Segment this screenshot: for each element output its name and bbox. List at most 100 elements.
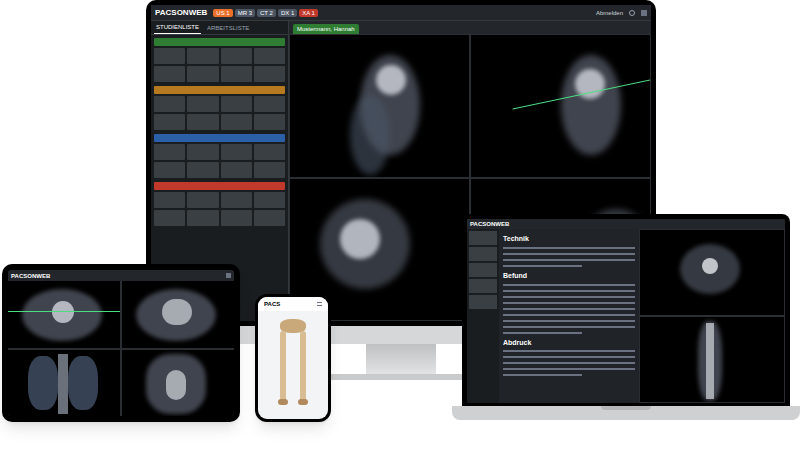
mri-image[interactable]: [640, 317, 784, 402]
series-thumbnail[interactable]: [221, 96, 252, 112]
sidebar-tab[interactable]: ARBEITSLISTE: [205, 22, 251, 34]
series-thumbnail[interactable]: [254, 162, 285, 178]
series-thumbnail[interactable]: [154, 114, 185, 130]
series-thumbnail[interactable]: [254, 144, 285, 160]
thumbnail-grid: [154, 144, 285, 178]
series-thumbnail[interactable]: [221, 66, 252, 82]
report-editor[interactable]: Technik Befund Abdruck: [499, 229, 639, 403]
series-thumbnail[interactable]: [187, 144, 218, 160]
top-bar: PACSONWEB US 1MR 3CT 2DX 1XA 1 Abmelden: [151, 5, 651, 21]
modality-chip[interactable]: XA 1: [299, 9, 318, 17]
ct-image[interactable]: [8, 281, 120, 348]
report-text-line: [503, 302, 635, 304]
report-text-line: [503, 350, 635, 352]
logout-link[interactable]: Abmelden: [596, 10, 623, 16]
logo: PACSONWEB: [470, 221, 509, 227]
study-group-header[interactable]: [154, 134, 285, 142]
modality-chip[interactable]: US 1: [213, 9, 232, 17]
report-text-line: [503, 247, 635, 249]
report-text-line: [503, 374, 582, 376]
mri-image[interactable]: [471, 35, 650, 177]
monitor-stand: [366, 344, 436, 374]
series-thumbnail[interactable]: [187, 192, 218, 208]
series-thumbnail[interactable]: [154, 162, 185, 178]
ct-image[interactable]: [122, 350, 234, 417]
series-thumbnail[interactable]: [154, 96, 185, 112]
series-thumbnail[interactable]: [187, 48, 218, 64]
modality-chip[interactable]: MR 3: [235, 9, 255, 17]
monitor-base: [326, 374, 476, 380]
series-thumbnail[interactable]: [187, 114, 218, 130]
menu-icon[interactable]: [226, 273, 231, 278]
mri-image[interactable]: [640, 230, 784, 315]
image-grid: [8, 281, 234, 416]
series-thumbnail[interactable]: [254, 96, 285, 112]
menu-icon[interactable]: [317, 302, 322, 306]
study-group-header[interactable]: [154, 86, 285, 94]
study-group[interactable]: [154, 86, 285, 130]
sidebar-tab[interactable]: STUDIENLISTE: [154, 21, 201, 34]
series-thumbnail[interactable]: [154, 144, 185, 160]
thumbnail-grid: [154, 192, 285, 226]
settings-icon[interactable]: [629, 10, 635, 16]
thumbnail-grid: [154, 96, 285, 130]
report-heading: Technik: [503, 235, 635, 244]
study-group-header[interactable]: [154, 182, 285, 190]
series-thumbnail[interactable]: [187, 210, 218, 226]
mri-image[interactable]: [290, 35, 469, 177]
report-heading: Befund: [503, 272, 635, 281]
ct-image[interactable]: [8, 350, 120, 417]
series-thumbnail[interactable]: [221, 48, 252, 64]
patient-tab[interactable]: Mustermann, Hannah: [293, 24, 359, 34]
ct-image[interactable]: [122, 281, 234, 348]
series-thumbnail[interactable]: [187, 96, 218, 112]
bone-render[interactable]: [258, 311, 328, 419]
modality-chip[interactable]: DX 1: [278, 9, 297, 17]
study-group[interactable]: [154, 134, 285, 178]
series-thumbnail[interactable]: [154, 66, 185, 82]
series-thumbnail[interactable]: [154, 192, 185, 208]
tool-icon[interactable]: [641, 10, 647, 16]
report-text-line: [503, 314, 635, 316]
series-thumbnail[interactable]: [254, 114, 285, 130]
series-thumbnail[interactable]: [221, 192, 252, 208]
report-heading: Abdruck: [503, 339, 635, 348]
series-thumbnail[interactable]: [187, 162, 218, 178]
report-text-line: [503, 332, 582, 334]
report-text-line: [503, 296, 635, 298]
modality-chips: US 1MR 3CT 2DX 1XA 1: [213, 9, 318, 17]
study-group-header[interactable]: [154, 38, 285, 46]
report-text-line: [503, 284, 635, 286]
series-thumbnail[interactable]: [254, 66, 285, 82]
series-thumbnail[interactable]: [187, 66, 218, 82]
logo: PACSONWEB: [11, 273, 50, 279]
report-text-line: [503, 368, 635, 370]
series-thumbnail[interactable]: [254, 48, 285, 64]
series-thumbnail[interactable]: [254, 192, 285, 208]
sidebar-tabs: STUDIENLISTE ARBEITSLISTE: [151, 21, 288, 35]
thumbnail-column: [467, 229, 499, 403]
series-thumbnail[interactable]: [221, 162, 252, 178]
report-text-line: [503, 362, 635, 364]
study-group[interactable]: [154, 182, 285, 226]
report-text-line: [503, 320, 635, 322]
report-text-line: [503, 290, 635, 292]
logo: PACS: [264, 301, 280, 307]
thumbnail-grid: [154, 48, 285, 82]
logo: PACSONWEB: [155, 9, 207, 17]
series-thumbnail[interactable]: [221, 114, 252, 130]
series-thumbnail[interactable]: [154, 48, 185, 64]
report-text-line: [503, 259, 635, 261]
modality-chip[interactable]: CT 2: [257, 9, 276, 17]
series-thumbnail[interactable]: [154, 210, 185, 226]
tablet: PACSONWEB: [2, 264, 240, 422]
laptop-base: [452, 406, 800, 420]
report-text-line: [503, 356, 635, 358]
report-text-line: [503, 308, 635, 310]
report-text-line: [503, 265, 582, 267]
study-group[interactable]: [154, 38, 285, 82]
series-thumbnail[interactable]: [221, 144, 252, 160]
series-thumbnail[interactable]: [221, 210, 252, 226]
phone: PACS: [255, 294, 331, 422]
series-thumbnail[interactable]: [254, 210, 285, 226]
